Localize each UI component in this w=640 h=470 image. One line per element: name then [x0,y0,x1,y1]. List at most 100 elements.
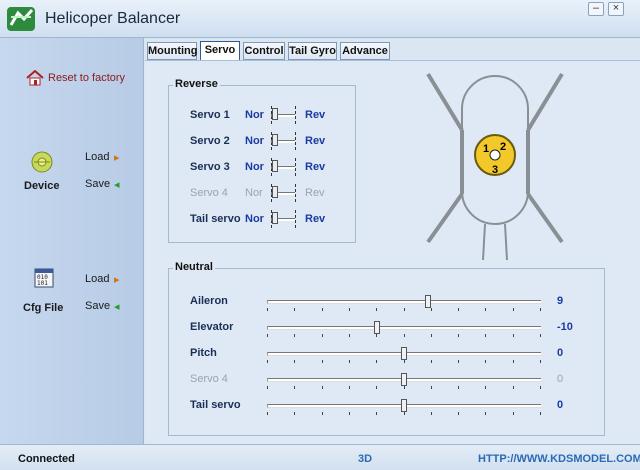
window-title: Helicoper Balancer [45,10,181,27]
tick-mark [404,360,405,363]
minimize-button[interactable]: – [588,2,604,16]
app-logo-icon [7,7,35,31]
neutral-pitch-value: 0 [557,347,564,359]
toggle-thumb[interactable] [272,134,278,146]
tick-mark [267,386,268,389]
tick-mark [322,308,323,311]
tick-mark [458,386,459,389]
neutral-aileron-label: Aileron [190,295,228,307]
device-save-button[interactable]: Save ◂ [85,178,125,192]
reverse-tail-servo-rev: Rev [305,213,326,225]
tick-mark [322,360,323,363]
helicopter-diagram: 1 2 3 [426,72,564,261]
tick-mark [294,334,295,337]
reverse-servo-3-rev: Rev [305,161,326,173]
toggle-thumb[interactable] [272,160,278,172]
reverse-servo-1-toggle[interactable] [269,106,297,124]
tick-mark [295,132,296,150]
arrow-right-icon: ▸ [114,152,120,164]
tick-mark [513,308,514,311]
tick-mark [513,386,514,389]
slider-thumb[interactable] [401,373,407,386]
tick-mark [458,334,459,337]
tick-mark [513,360,514,363]
slider-thumb[interactable] [401,347,407,360]
tick-mark [485,360,486,363]
tick-mark [295,210,296,228]
tick-mark [404,386,405,389]
tick-mark [404,308,405,311]
tick-mark [376,334,377,337]
slider-track [267,300,541,304]
cfg-load-label: Load [85,273,110,285]
servo-number-3: 3 [492,164,498,176]
tick-mark [349,334,350,337]
tab-control[interactable]: Control [243,42,285,60]
tick-mark [376,412,377,415]
home-icon [26,70,44,86]
servo-panel: Reverse Servo 1 Nor Rev Servo 2 Nor Rev Servo … [145,60,640,444]
device-label: Device [24,180,60,192]
slider-thumb[interactable] [425,295,431,308]
tick-mark [485,308,486,311]
tick-mark [513,412,514,415]
neutral-servo-4-value: 0 [557,373,564,385]
neutral-elevator-slider[interactable] [267,320,541,337]
cfg-load-button[interactable]: Load ▸ [85,273,125,287]
tick-mark [322,334,323,337]
left-skid-lower [426,192,464,244]
tick-mark [349,412,350,415]
tick-mark [431,334,432,337]
reverse-servo-4-toggle [269,184,297,202]
neutral-elevator-value: -10 [557,321,573,333]
slider-track [267,326,541,330]
tick-mark [540,412,541,415]
tab-mounting[interactable]: Mounting [147,42,197,60]
device-save-label: Save [85,178,111,190]
connection-status: Connected [18,453,75,465]
tab-advance[interactable]: Advance [340,42,390,60]
tick-mark [267,360,268,363]
website-link[interactable]: HTTP://WWW.KDSMODEL.COM [478,453,640,465]
main-area: Mounting Servo Control Tail Gyro Advance… [145,38,640,444]
tab-tail-gyro[interactable]: Tail Gyro [288,42,337,60]
toggle-thumb[interactable] [272,108,278,120]
toggle-thumb[interactable] [272,212,278,224]
neutral-pitch-slider[interactable] [267,346,541,363]
status-bar: Connected 3D HTTP://WWW.KDSMODEL.COM [0,444,640,470]
tick-mark [294,308,295,311]
tail-boom-right [504,223,508,261]
tick-mark [376,360,377,363]
tick-mark [349,308,350,311]
arrow-left-icon: ◂ [114,301,120,313]
neutral-aileron-slider[interactable] [267,294,541,311]
tick-mark [540,308,541,311]
slider-thumb[interactable] [401,399,407,412]
reset-to-factory-button[interactable]: Reset to factory [26,69,136,87]
tick-mark [485,412,486,415]
toggle-thumb[interactable] [272,186,278,198]
reverse-servo-4-nor: Nor [245,187,263,199]
tick-mark [404,412,405,415]
arrow-left-icon: ◂ [114,179,120,191]
neutral-servo-4-label: Servo 4 [190,373,228,385]
neutral-tail-servo-value: 0 [557,399,564,411]
reverse-servo-1-nor: Nor [245,109,264,121]
reverse-tail-servo-toggle[interactable] [269,210,297,228]
close-button[interactable]: × [608,2,624,16]
reverse-servo-2-toggle[interactable] [269,132,297,150]
slider-thumb[interactable] [374,321,380,334]
reverse-servo-2-rev: Rev [305,135,326,147]
tick-mark [267,308,268,311]
reverse-servo-3-toggle[interactable] [269,158,297,176]
device-load-button[interactable]: Load ▸ [85,151,125,165]
tick-mark [295,106,296,124]
tick-mark [267,334,268,337]
neutral-tail-servo-slider[interactable] [267,398,541,415]
cfg-file-label: Cfg File [23,302,64,314]
tab-servo[interactable]: Servo [200,41,240,61]
tick-mark [349,386,350,389]
cfg-save-button[interactable]: Save ◂ [85,300,125,314]
tick-mark [322,386,323,389]
tick-mark [295,158,296,176]
